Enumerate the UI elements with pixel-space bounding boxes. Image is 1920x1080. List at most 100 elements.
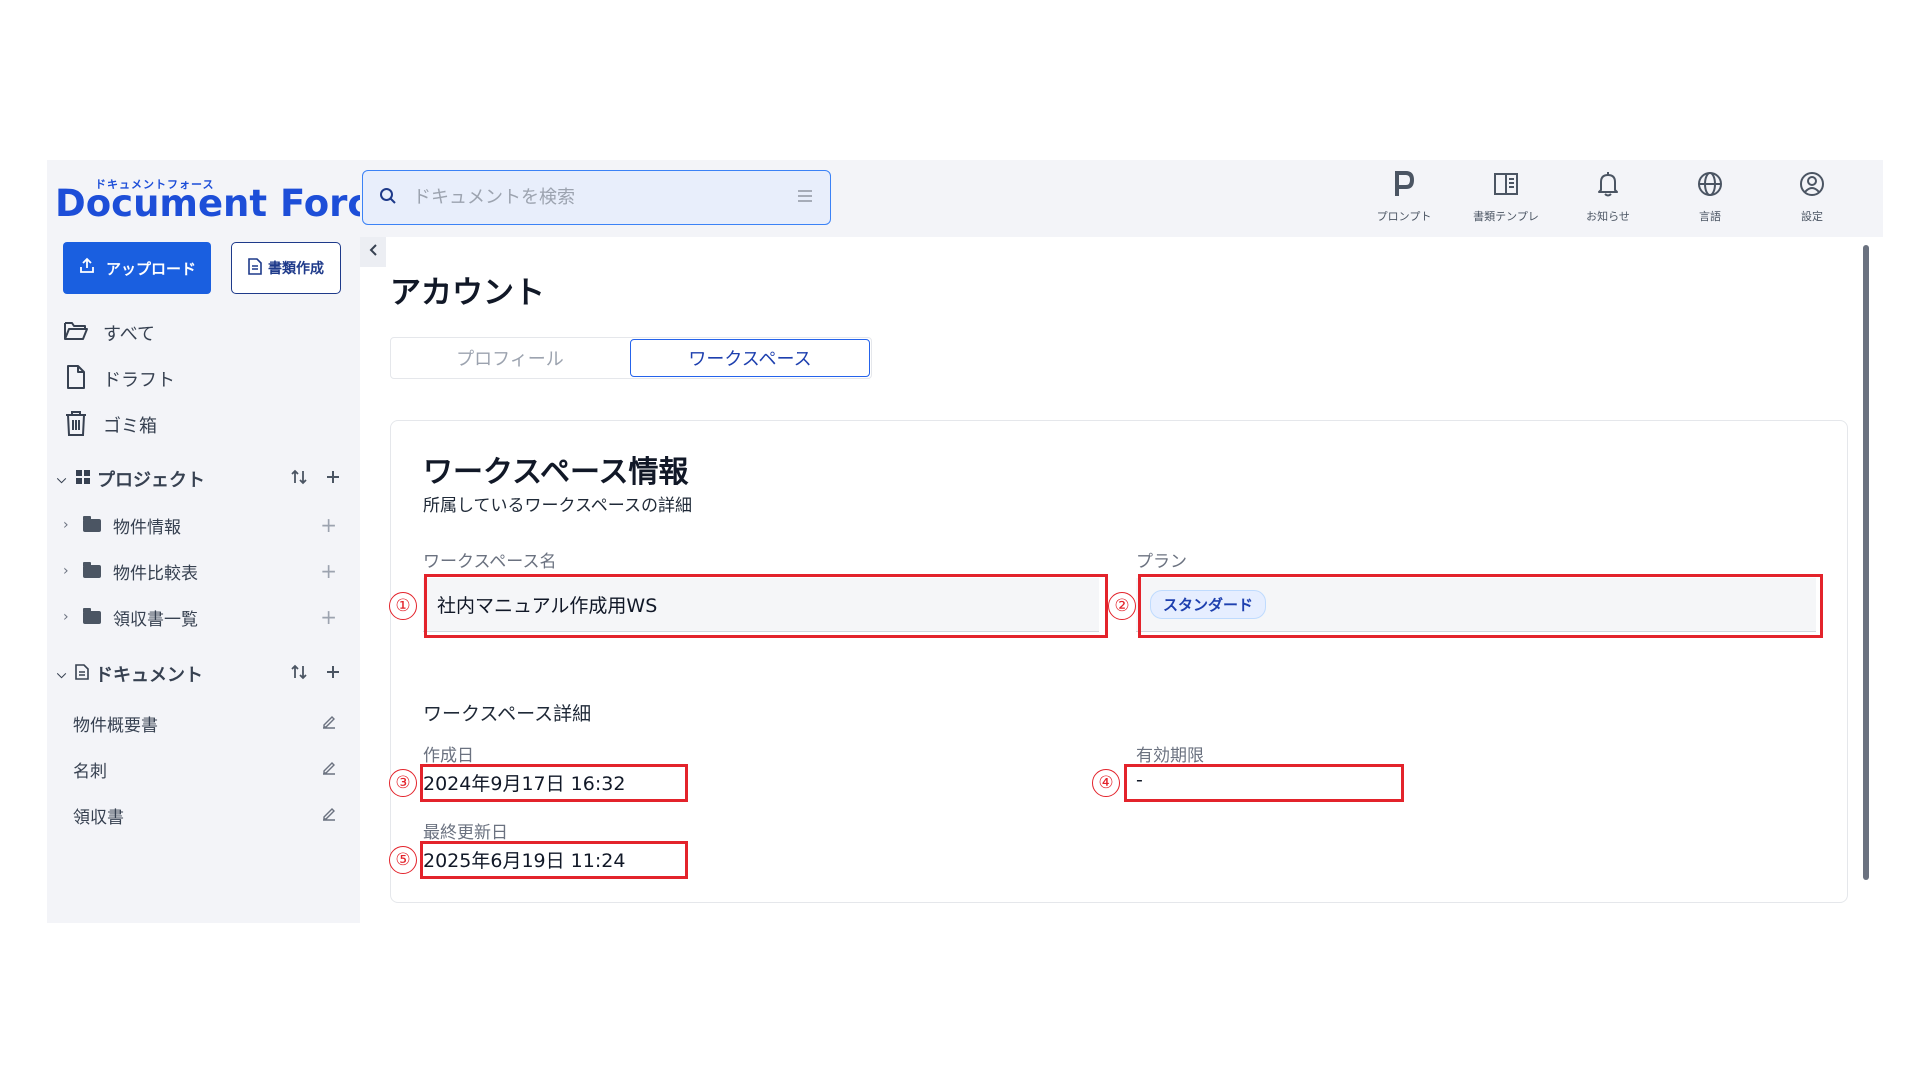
chevron-right-icon[interactable]: › [63, 563, 83, 579]
project-item[interactable]: › 物件比較表 + [63, 557, 343, 585]
add-icon[interactable]: + [320, 559, 343, 583]
file-icon [63, 364, 89, 395]
annotation-box-5 [420, 841, 688, 879]
documents-title: ドキュメント [95, 665, 203, 686]
nav-all-label: すべて [103, 324, 156, 345]
workspace-name-label: ワークスペース名 [423, 552, 557, 572]
globe-icon [1696, 170, 1724, 202]
upload-icon [78, 257, 96, 279]
annotation-number-4: ④ [1092, 769, 1120, 797]
annotation-number-1: ① [389, 592, 417, 620]
template-label: 書類テンプレ [1473, 210, 1539, 223]
add-document-icon[interactable] [325, 664, 341, 685]
annotation-number-5: ⑤ [389, 846, 417, 874]
grid-icon [75, 469, 91, 490]
annotation-number-3: ③ [389, 769, 417, 797]
nav-all[interactable]: すべて [63, 318, 155, 348]
workspace-info-card: ワークスペース情報 所属しているワークスペースの詳細 ワークスペース名 社内マニ… [390, 420, 1848, 903]
filter-menu-icon[interactable] [796, 188, 814, 207]
project-item-label: 物件情報 [113, 517, 181, 538]
language-button[interactable]: 言語 [1659, 170, 1761, 224]
updated-label: 最終更新日 [423, 823, 508, 843]
scrollbar[interactable] [1863, 245, 1869, 880]
chevron-right-icon[interactable]: › [63, 517, 83, 533]
annotation-box-4 [1124, 764, 1404, 802]
folder-icon [83, 607, 101, 624]
settings-label: 設定 [1801, 210, 1823, 223]
chevron-right-icon[interactable]: › [63, 609, 83, 625]
chevron-down-icon[interactable]: ⌵ [57, 667, 75, 682]
document-item[interactable]: 領収書 [73, 801, 343, 829]
folder-icon [83, 561, 101, 578]
details-section-title: ワークスペース詳細 [423, 703, 592, 725]
brand-logo[interactable]: Document Force [55, 182, 394, 225]
project-item-label: 領収書一覧 [113, 609, 198, 630]
search-input[interactable] [413, 187, 780, 208]
add-icon[interactable]: + [320, 605, 343, 629]
sort-icon[interactable] [291, 664, 307, 685]
top-bar: プロンプト 書類テンプレ お知らせ 言語 [360, 160, 1883, 237]
nav-draft-label: ドラフト [103, 370, 175, 391]
bell-icon [1594, 170, 1622, 202]
create-document-label: 書類作成 [268, 261, 324, 277]
user-circle-icon [1798, 170, 1826, 202]
add-project-icon[interactable] [325, 469, 341, 490]
search-bar[interactable] [362, 170, 831, 225]
document-item[interactable]: 名刺 [73, 755, 343, 783]
page-title: アカウント [390, 275, 545, 311]
app-window: ドキュメントフォース Document Force アップロード 書類作成 すべ… [47, 160, 1883, 923]
template-button[interactable]: 書類テンプレ [1455, 170, 1557, 224]
annotation-box-2 [1138, 574, 1823, 638]
chevron-down-icon[interactable]: ⌵ [57, 472, 75, 487]
collapse-sidebar-button[interactable] [360, 237, 386, 267]
edit-icon[interactable] [321, 713, 343, 733]
document-item-label: 名刺 [73, 761, 107, 782]
template-book-icon [1492, 170, 1520, 202]
tab-profile[interactable]: プロフィール [391, 338, 629, 378]
folder-icon [83, 515, 101, 532]
edit-icon[interactable] [321, 759, 343, 779]
nav-trash-label: ゴミ箱 [103, 416, 157, 437]
project-item-label: 物件比較表 [113, 563, 198, 584]
trash-icon [63, 409, 89, 442]
project-item[interactable]: › 領収書一覧 + [63, 603, 343, 631]
nav-trash[interactable]: ゴミ箱 [63, 410, 157, 440]
settings-button[interactable]: 設定 [1761, 170, 1863, 224]
document-item-label: 物件概要書 [73, 715, 158, 736]
annotation-box-3 [420, 764, 688, 802]
screenshot-stage: ドキュメントフォース Document Force アップロード 書類作成 すべ… [0, 0, 1920, 1080]
prompt-p-icon [1391, 170, 1417, 202]
document-item[interactable]: 物件概要書 [73, 709, 343, 737]
documents-section-header[interactable]: ⌵ ドキュメント [57, 659, 347, 689]
add-icon[interactable]: + [320, 513, 343, 537]
chevron-left-icon [368, 243, 378, 261]
language-label: 言語 [1699, 210, 1721, 223]
edit-icon[interactable] [321, 805, 343, 825]
annotation-number-2: ② [1108, 592, 1136, 620]
card-title: ワークスペース情報 [423, 455, 689, 490]
sidebar: ドキュメントフォース Document Force アップロード 書類作成 すべ… [47, 160, 394, 923]
projects-title: プロジェクト [97, 470, 205, 491]
upload-button[interactable]: アップロード [63, 242, 211, 294]
create-document-button[interactable]: 書類作成 [231, 242, 341, 294]
folder-open-icon [63, 320, 89, 347]
account-tabs: プロフィール ワークスペース [390, 337, 872, 379]
notifications-button[interactable]: お知らせ [1557, 170, 1659, 224]
created-label: 作成日 [423, 746, 474, 766]
nav-draft[interactable]: ドラフト [63, 364, 175, 394]
projects-section-header[interactable]: ⌵ プロジェクト [57, 464, 347, 494]
document-icon [248, 257, 262, 279]
prompt-button[interactable]: プロンプト [1353, 170, 1455, 224]
tab-workspace[interactable]: ワークスペース [630, 339, 870, 377]
card-subtitle: 所属しているワークスペースの詳細 [423, 496, 692, 516]
plan-label: プラン [1136, 552, 1187, 572]
project-item[interactable]: › 物件情報 + [63, 511, 343, 539]
notifications-label: お知らせ [1586, 210, 1630, 223]
sort-icon[interactable] [291, 469, 307, 490]
document-item-label: 領収書 [73, 807, 124, 828]
prompt-label: プロンプト [1376, 210, 1432, 223]
annotation-box-1 [424, 574, 1108, 638]
search-icon [379, 187, 397, 209]
expiry-label: 有効期限 [1136, 746, 1204, 766]
upload-button-label: アップロード [105, 259, 196, 278]
